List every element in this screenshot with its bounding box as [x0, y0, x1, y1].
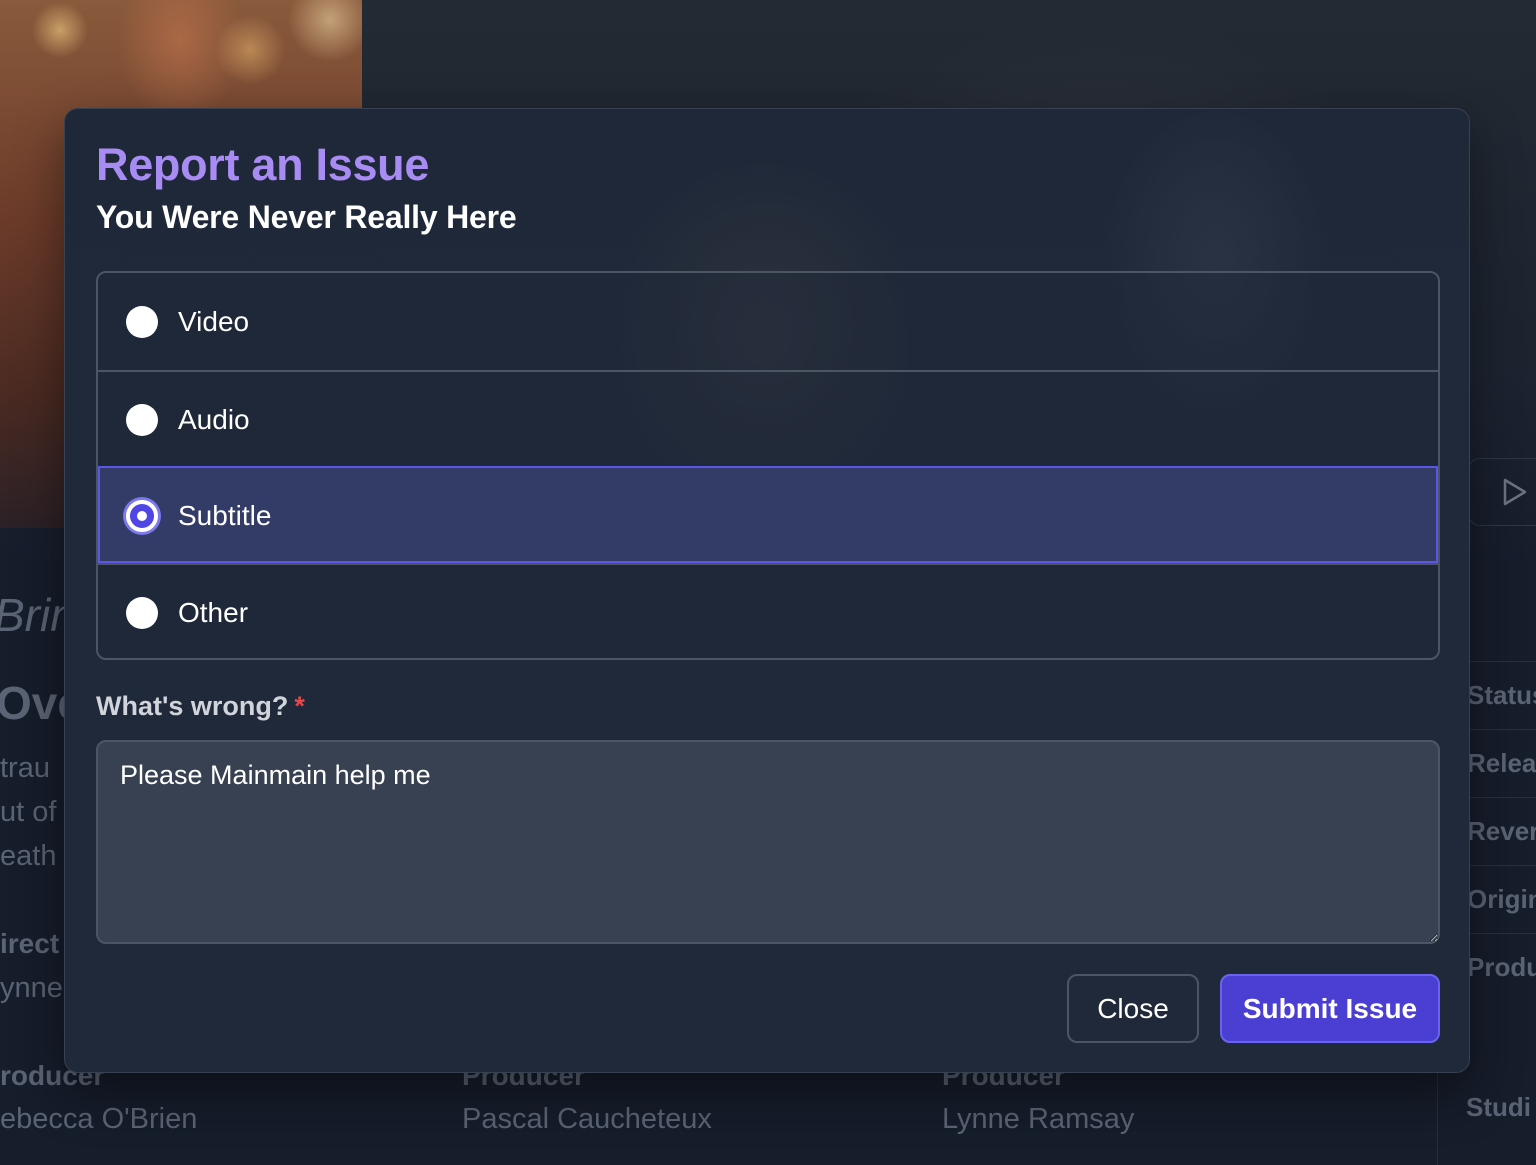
- required-marker: *: [294, 691, 305, 721]
- details-row-label: Rever: [1467, 797, 1536, 865]
- details-row-label: Origin: [1467, 865, 1536, 933]
- overview-line: eath: [0, 840, 57, 872]
- radio-button[interactable]: [126, 305, 158, 338]
- crew-name: Pascal Caucheteux: [462, 1103, 712, 1135]
- message-label-text: What's wrong?: [96, 691, 289, 721]
- issue-type-option-audio[interactable]: Audio: [98, 370, 1438, 467]
- option-label: Audio: [178, 403, 250, 435]
- modal-subtitle: You Were Never Really Here: [96, 199, 517, 235]
- issue-type-option-video[interactable]: Video: [98, 273, 1438, 370]
- overview-line: trau: [0, 752, 50, 784]
- issue-type-radio-group: Video Audio Subtitle Other: [96, 271, 1440, 660]
- play-icon: [1503, 478, 1527, 506]
- message-field-label: What's wrong? *: [96, 691, 305, 722]
- studio-label: Studi: [1466, 1092, 1531, 1122]
- details-row-label: Releas: [1467, 729, 1536, 797]
- overview-line: ut of: [0, 796, 57, 828]
- close-button[interactable]: Close: [1067, 974, 1199, 1043]
- radio-button-checked[interactable]: [126, 499, 158, 532]
- director-role: irect: [0, 928, 60, 959]
- modal-title: Report an Issue: [96, 139, 430, 190]
- issue-message-textarea[interactable]: [96, 740, 1440, 944]
- option-label: Video: [178, 305, 250, 337]
- report-issue-modal: Report an Issue You Were Never Really He…: [64, 108, 1470, 1073]
- radio-button[interactable]: [126, 596, 158, 629]
- crew-name: ebecca O'Brien: [0, 1103, 198, 1135]
- crew-name: Lynne Ramsay: [942, 1103, 1135, 1135]
- details-row-label: Status: [1467, 661, 1536, 729]
- director-name: ynne: [0, 972, 63, 1004]
- details-row-label: Produ: [1467, 933, 1536, 1001]
- radio-button[interactable]: [126, 403, 158, 436]
- play-trailer-button[interactable]: [1468, 458, 1536, 526]
- option-label: Subtitle: [178, 499, 272, 531]
- page: Brin Ove trau ut of eath irect ynne rodu…: [0, 0, 1536, 1165]
- issue-type-option-subtitle[interactable]: Subtitle: [98, 466, 1438, 563]
- issue-type-option-other[interactable]: Other: [98, 563, 1438, 658]
- option-label: Other: [178, 596, 249, 628]
- submit-issue-button[interactable]: Submit Issue: [1220, 974, 1440, 1043]
